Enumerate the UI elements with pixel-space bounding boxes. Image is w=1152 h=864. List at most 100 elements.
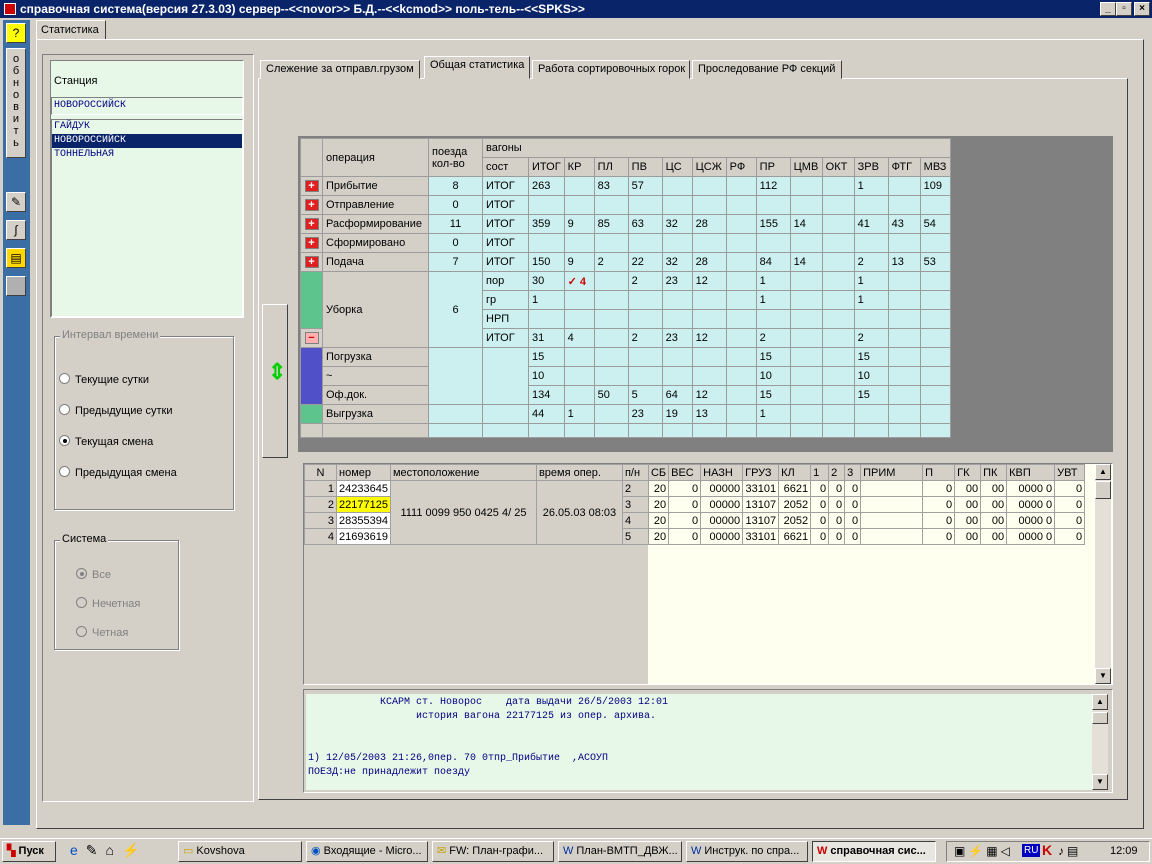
wagons-column-header[interactable]: N xyxy=(304,464,337,481)
wagons-column-header[interactable]: п/н xyxy=(621,464,649,481)
refresh-button[interactable]: обновить xyxy=(6,48,26,158)
taskbar-item[interactable]: ◉ Входящие - Micro... xyxy=(306,841,428,862)
station-input[interactable]: НОВОРОССИЙСК xyxy=(51,97,243,115)
table-icon[interactable]: ▤ xyxy=(6,248,26,268)
history-scrollbar[interactable]: ▲ ▼ xyxy=(1092,694,1108,790)
radio-icon xyxy=(76,568,87,579)
close-button[interactable]: × xyxy=(1134,2,1150,16)
monitor-icon[interactable]: ▣ xyxy=(954,844,968,858)
tree-icon[interactable]: ⌂ xyxy=(106,842,122,858)
wagons-column-header[interactable]: КЛ xyxy=(778,464,812,481)
help-icon[interactable]: ? xyxy=(6,23,26,43)
wagon-number[interactable]: 21693619 xyxy=(336,528,391,545)
expand-icon[interactable]: + xyxy=(304,180,319,192)
wagon-value xyxy=(725,233,757,253)
tab-1[interactable]: Общая статистика xyxy=(424,56,530,79)
station-list-item[interactable]: ТОННЕЛЬНАЯ xyxy=(52,148,242,162)
wagons-column-header[interactable]: КВП xyxy=(1006,464,1056,481)
lightning-icon[interactable]: ⚡ xyxy=(968,844,986,858)
wagons-column-header[interactable]: 1 xyxy=(810,464,830,481)
notepad-icon[interactable]: ✎ xyxy=(86,842,106,858)
volume-icon[interactable]: ◁ xyxy=(1001,844,1013,858)
tab-3[interactable]: Проследование РФ секций xyxy=(692,60,842,79)
wagons-column-header[interactable]: ПРИМ xyxy=(860,464,924,481)
expand-icon[interactable]: + xyxy=(304,237,319,249)
taskbar-item[interactable]: W План-ВМТП_ДВЖ... xyxy=(558,841,682,862)
stats-row: Выгрузка 44 1 23 19 13 1 xyxy=(300,404,951,424)
history-scroll-down-icon[interactable]: ▼ xyxy=(1092,774,1108,790)
history-scroll-up-icon[interactable]: ▲ xyxy=(1092,694,1108,710)
operation-name: Подача xyxy=(322,252,429,272)
expand-icon[interactable]: + xyxy=(304,218,319,230)
tab-2[interactable]: Работа сортировочных горок xyxy=(532,60,690,79)
pen-icon[interactable]: ✎ xyxy=(6,192,26,212)
network-icon[interactable]: ▦ xyxy=(986,844,1000,858)
scroll-down-icon[interactable]: ▼ xyxy=(1095,668,1111,684)
interval-option[interactable]: Текущие сутки xyxy=(59,373,149,386)
scroll-up-icon[interactable]: ▲ xyxy=(1095,464,1111,480)
wagons-table-wrap: Nномер местоположение время опер. п/н СБ ВЕС Н… xyxy=(304,464,1086,545)
app-tray-icon[interactable]: ▤ xyxy=(1067,844,1081,858)
wagons-column-header[interactable]: ГК xyxy=(954,464,982,481)
wagon-value: 14 xyxy=(789,214,823,234)
windows-logo-icon: ▚ xyxy=(7,845,16,857)
wagons-column-header[interactable]: П xyxy=(922,464,956,481)
history-text[interactable]: КСАРМ ст. Новорос дата выдачи 26/5/2003 … xyxy=(306,694,1092,790)
radio-icon[interactable] xyxy=(59,373,70,384)
ie-icon[interactable]: e xyxy=(70,842,86,858)
antivirus-icon[interactable]: K xyxy=(1042,842,1052,858)
expand-icon[interactable]: + xyxy=(304,199,319,211)
station-list[interactable]: ГАЙДУК НОВОРОССИЙСК ТОННЕЛЬНАЯ xyxy=(51,119,243,317)
wagon-ves: 0 xyxy=(668,528,702,545)
empty-cell xyxy=(428,423,483,438)
wagons-column-header[interactable]: СБ xyxy=(647,464,670,481)
curve-icon[interactable]: ∫ xyxy=(6,220,26,240)
interval-option[interactable]: Предыдущие сутки xyxy=(59,404,173,417)
wagons-column-header[interactable]: местоположение xyxy=(389,464,537,481)
operation-name: Оф.док. xyxy=(322,385,429,405)
wagons-column-header[interactable]: ВЕС xyxy=(668,464,702,481)
wagons-column-header[interactable]: ПК xyxy=(980,464,1008,481)
expand-icon[interactable]: + xyxy=(304,256,319,268)
wagon-number[interactable]: 28355394 xyxy=(336,512,391,529)
row-number: 2 xyxy=(304,496,337,513)
wagons-column-header[interactable]: ГРУЗ xyxy=(742,464,780,481)
sound-icon[interactable]: ♪ xyxy=(1058,844,1067,858)
wagons-column-header[interactable]: УВТ xyxy=(1054,464,1086,481)
language-indicator[interactable]: RU xyxy=(1022,844,1041,857)
radio-icon[interactable] xyxy=(59,435,70,446)
table-row[interactable]: 1 24233645 1111 0099 950 0425 4/ 25 26.05.0… xyxy=(304,480,1086,545)
scroll-thumb[interactable] xyxy=(1095,481,1111,499)
taskbar-item[interactable]: Wсправочная сис... xyxy=(812,841,936,862)
taskbar-item[interactable]: W Инструк. по спра... xyxy=(686,841,808,862)
maximize-button[interactable]: ▫ xyxy=(1116,2,1132,16)
wagons-column-header[interactable]: 2 xyxy=(828,464,846,481)
interval-option[interactable]: Текущая смена xyxy=(59,435,153,448)
tool-icon[interactable]: ⚡ xyxy=(122,842,147,858)
wagon-value: 30 xyxy=(528,271,565,291)
wagon-number[interactable]: 24233645 xyxy=(336,480,391,497)
taskbar-item[interactable]: ✉ FW: План-графи... xyxy=(432,841,554,862)
minimize-button[interactable]: _ xyxy=(1100,2,1116,16)
taskbar-item[interactable]: ▭ Kovshova xyxy=(178,841,302,862)
tab-0[interactable]: Слежение за отправл.грузом xyxy=(260,60,420,79)
station-list-item[interactable]: ГАЙДУК xyxy=(52,120,242,134)
splitter-button[interactable]: ⇕ xyxy=(262,304,288,458)
tab-statistics[interactable]: Статистика xyxy=(36,20,106,40)
wagons-column-header[interactable]: 3 xyxy=(844,464,862,481)
wagons-column-header[interactable]: время опер. xyxy=(535,464,623,481)
history-scroll-thumb[interactable] xyxy=(1092,712,1108,724)
wagons-column-header[interactable]: НАЗН xyxy=(700,464,744,481)
start-button[interactable]: ▚ Пуск xyxy=(2,841,56,862)
wagons-scrollbar[interactable]: ▲ ▼ xyxy=(1095,464,1111,684)
radio-icon[interactable] xyxy=(59,404,70,415)
stats-row: Погрузка 15 15 15 xyxy=(300,347,951,405)
wagons-column-header[interactable]: номер xyxy=(336,464,391,481)
collapse-icon[interactable]: − xyxy=(304,332,319,344)
wagon-value xyxy=(789,366,823,386)
station-list-item[interactable]: НОВОРОССИЙСК xyxy=(52,134,242,148)
radio-icon[interactable] xyxy=(59,466,70,477)
interval-option[interactable]: Предыдущая смена xyxy=(59,466,177,479)
blank-tool-icon[interactable] xyxy=(6,276,26,296)
wagon-number[interactable]: 22177125 xyxy=(336,496,391,513)
